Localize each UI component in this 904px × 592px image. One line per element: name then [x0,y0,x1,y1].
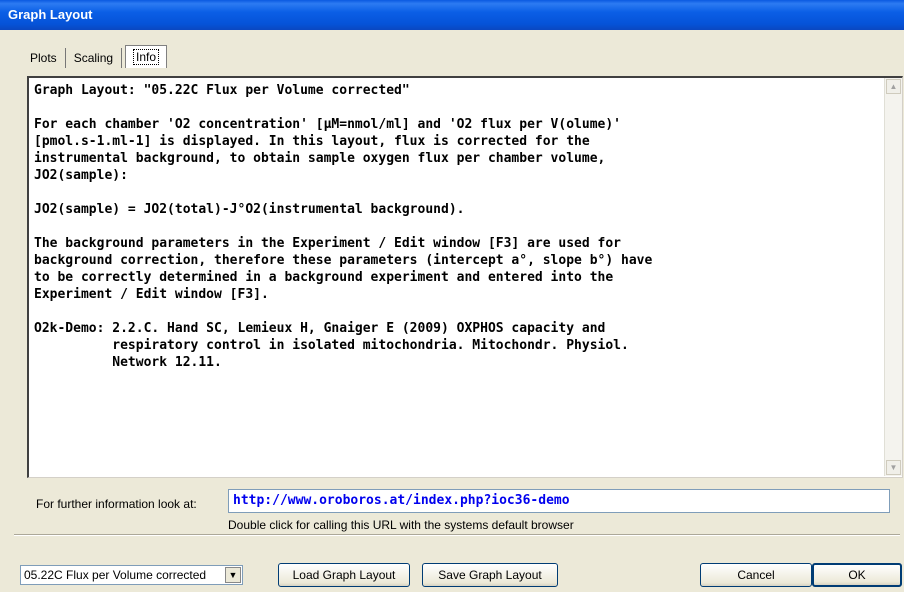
tab-strip: Plots Scaling Info [22,44,168,68]
layout-select-value: 05.22C Flux per Volume corrected [24,568,207,582]
ok-button[interactable]: OK [812,563,902,587]
info-line: JO2(sample): [34,168,128,183]
info-line: For each chamber 'O2 concentration' [µM=… [34,117,621,132]
tab-plots[interactable]: Plots [22,48,66,68]
info-line: Graph Layout: "05.22C Flux per Volume co… [34,83,410,98]
dropdown-arrow-icon[interactable]: ▼ [225,567,241,583]
info-line: Experiment / Edit window [F3]. [34,287,269,302]
info-line: instrumental background, to obtain sampl… [34,151,606,166]
tab-info-label: Info [133,49,160,65]
tab-scaling[interactable]: Scaling [66,48,123,68]
vertical-scrollbar[interactable]: ▲ ▼ [884,78,902,476]
url-field[interactable]: http://www.oroboros.at/index.php?ioc36-d… [228,489,890,513]
scroll-down-arrow-icon[interactable]: ▼ [886,460,901,475]
load-graph-layout-button[interactable]: Load Graph Layout [278,563,410,587]
save-graph-layout-button[interactable]: Save Graph Layout [422,563,558,587]
info-line [34,303,874,320]
info-line: The background parameters in the Experim… [34,236,621,251]
info-line: O2k-Demo: 2.2.C. Hand SC, Lemieux H, Gna… [34,321,606,336]
divider [14,534,900,536]
layout-select[interactable]: 05.22C Flux per Volume corrected ▼ [20,565,243,585]
info-line: to be correctly determined in a backgrou… [34,270,614,285]
scroll-up-arrow-icon[interactable]: ▲ [886,79,901,94]
info-line [34,184,874,201]
tab-info[interactable]: Info [125,45,168,68]
info-line: respiratory control in isolated mitochon… [34,338,629,353]
info-text-area[interactable]: Graph Layout: "05.22C Flux per Volume co… [27,76,903,478]
info-line [34,99,874,116]
window-title: Graph Layout [0,0,904,30]
info-text: Graph Layout: "05.22C Flux per Volume co… [34,82,874,371]
info-line: [pmol.s-1.ml-1] is displayed. In this la… [34,134,590,149]
cancel-button[interactable]: Cancel [700,563,812,587]
url-hint: Double click for calling this URL with t… [228,518,574,532]
info-line [34,218,874,235]
further-info-label: For further information look at: [36,497,197,511]
info-line: background correction, therefore these p… [34,253,653,268]
info-line: JO2(sample) = JO2(total)-J°O2(instrument… [34,202,465,217]
info-line: Network 12.11. [34,355,222,370]
